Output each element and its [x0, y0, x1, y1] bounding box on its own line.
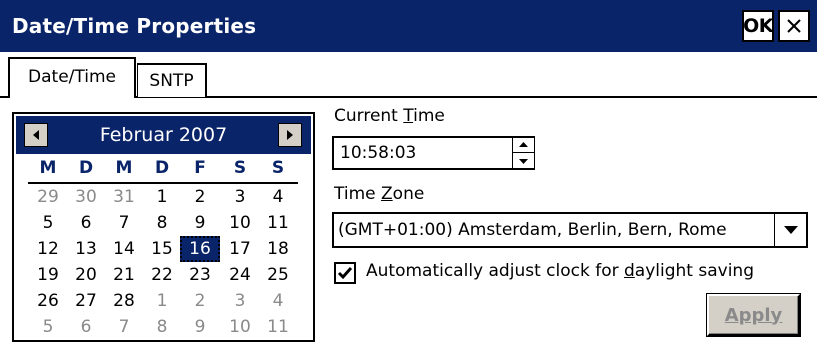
calendar-day[interactable]: 4: [258, 184, 298, 210]
spin-down-icon: [519, 158, 528, 164]
weekday-label: D: [78, 158, 94, 178]
calendar-day[interactable]: 10: [220, 314, 260, 340]
calendar-day[interactable]: 3: [220, 184, 260, 210]
current-time-value[interactable]: 10:58:03: [340, 138, 416, 168]
close-icon: [787, 19, 801, 33]
calendar-day[interactable]: 7: [104, 210, 144, 236]
apply-button[interactable]: Apply: [707, 294, 800, 336]
current-time-field[interactable]: 10:58:03: [332, 136, 535, 170]
right-arrow-icon: [287, 130, 293, 140]
dropdown-arrow-button[interactable]: [774, 214, 806, 246]
current-time-label-rest: ime: [413, 106, 445, 126]
calendar-day[interactable]: 31: [104, 184, 144, 210]
tab-date-time[interactable]: Date/Time: [8, 57, 136, 98]
spin-down-button[interactable]: [513, 153, 534, 168]
previous-month-button[interactable]: [24, 123, 48, 147]
calendar-day[interactable]: 23: [180, 262, 220, 288]
daylight-label-prefix: Automatically adjust clock for: [366, 261, 624, 281]
calendar-day[interactable]: 25: [258, 262, 298, 288]
spin-up-button[interactable]: [513, 138, 534, 153]
calendar-day[interactable]: 22: [142, 262, 182, 288]
calendar-day[interactable]: 6: [66, 210, 106, 236]
calendar-day[interactable]: 30: [66, 184, 106, 210]
calendar-day[interactable]: 13: [66, 236, 106, 262]
month-year-label[interactable]: Februar 2007: [56, 116, 271, 154]
calendar-day[interactable]: 10: [220, 210, 260, 236]
calendar-day[interactable]: 14: [104, 236, 144, 262]
daylight-label-accelerator: d: [624, 261, 635, 281]
ok-button[interactable]: OK: [742, 10, 774, 42]
calendar-day[interactable]: 1: [142, 184, 182, 210]
daylight-saving-label[interactable]: Automatically adjust clock for daylight …: [366, 261, 754, 281]
calendar-day[interactable]: 11: [258, 210, 298, 236]
apply-button-label: Apply: [724, 304, 783, 326]
calendar-day[interactable]: 12: [28, 236, 68, 262]
weekday-label: M: [115, 158, 133, 178]
current-time-label-accelerator: T: [403, 106, 414, 126]
daylight-saving-checkbox[interactable]: [334, 262, 356, 284]
tab-sntp[interactable]: SNTP: [137, 63, 207, 97]
time-zone-value[interactable]: (GMT+01:00) Amsterdam, Berlin, Bern, Rom…: [338, 214, 770, 246]
calendar-day[interactable]: 27: [66, 288, 106, 314]
calendar-day[interactable]: 9: [180, 210, 220, 236]
calendar-day[interactable]: 5: [28, 314, 68, 340]
calendar-day[interactable]: 17: [220, 236, 260, 262]
weekday-label: S: [271, 158, 285, 178]
chevron-down-icon: [783, 226, 798, 234]
calendar-day[interactable]: 2: [180, 184, 220, 210]
month-calendar[interactable]: Februar 2007 M D M D F S S 29 30 31 1 2 3 4 5 6 7…: [12, 112, 315, 342]
time-zone-label: Time Zone: [334, 184, 424, 204]
calendar-day[interactable]: 28: [104, 288, 144, 314]
calendar-day[interactable]: 7: [104, 314, 144, 340]
calendar-day[interactable]: 5: [28, 210, 68, 236]
checkmark-icon: [337, 267, 353, 280]
time-zone-label-rest: one: [392, 184, 425, 204]
calendar-day[interactable]: 8: [142, 314, 182, 340]
current-time-label-prefix: Current: [334, 106, 404, 126]
calendar-day[interactable]: 4: [258, 288, 298, 314]
calendar-day[interactable]: 18: [258, 236, 298, 262]
calendar-day[interactable]: 1: [142, 288, 182, 314]
calendar-day[interactable]: 21: [104, 262, 144, 288]
weekday-header-row: M D M D F S S: [14, 158, 313, 184]
window-title: Date/Time Properties: [12, 14, 257, 38]
time-zone-label-accelerator: Z: [381, 184, 393, 204]
left-arrow-icon: [33, 130, 39, 140]
calendar-day[interactable]: 8: [142, 210, 182, 236]
calendar-day[interactable]: 2: [180, 288, 220, 314]
calendar-day[interactable]: 15: [142, 236, 182, 262]
weekday-label: M: [39, 158, 57, 178]
current-time-label: Current Time: [334, 106, 445, 126]
date-time-properties-window: Date/Time Properties OK Date/Time SNTP F…: [0, 0, 817, 345]
title-bar: Date/Time Properties OK: [0, 0, 817, 52]
calendar-day[interactable]: 3: [220, 288, 260, 314]
calendar-day[interactable]: 20: [66, 262, 106, 288]
weekday-label: S: [233, 158, 247, 178]
calendar-day[interactable]: 11: [258, 314, 298, 340]
calendar-day[interactable]: 19: [28, 262, 68, 288]
calendar-day[interactable]: 24: [220, 262, 260, 288]
calendar-day-selected[interactable]: 16: [180, 236, 220, 262]
time-zone-label-prefix: Time: [334, 184, 382, 204]
next-month-button[interactable]: [278, 123, 302, 147]
time-spinner[interactable]: [512, 138, 534, 168]
weekday-label: F: [194, 158, 206, 178]
calendar-day[interactable]: 6: [66, 314, 106, 340]
close-button[interactable]: [778, 10, 810, 42]
calendar-day[interactable]: 9: [180, 314, 220, 340]
spin-up-icon: [519, 142, 528, 147]
calendar-day[interactable]: 26: [28, 288, 68, 314]
daylight-label-rest: aylight saving: [634, 261, 754, 281]
time-zone-dropdown[interactable]: (GMT+01:00) Amsterdam, Berlin, Bern, Rom…: [332, 212, 808, 248]
calendar-header: Februar 2007: [16, 116, 311, 154]
weekday-label: D: [154, 158, 170, 178]
calendar-day[interactable]: 29: [28, 184, 68, 210]
